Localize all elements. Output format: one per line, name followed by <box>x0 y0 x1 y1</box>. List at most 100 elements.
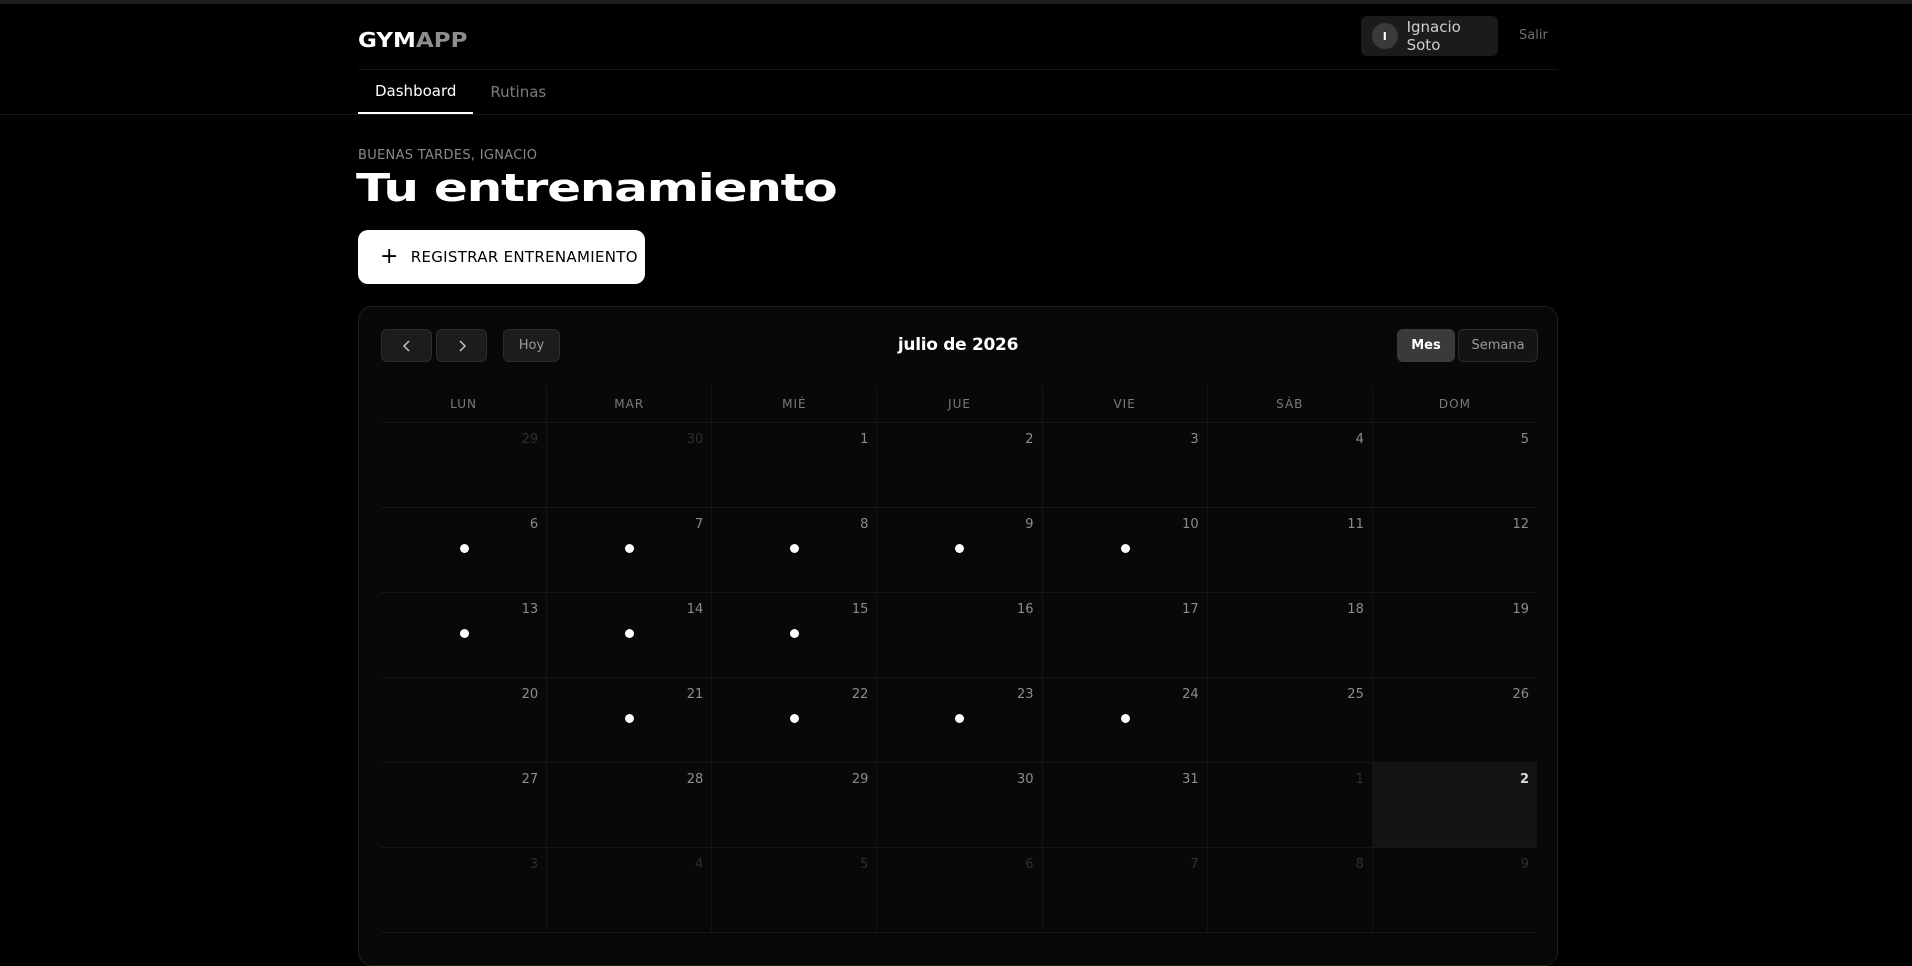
day-number: 31 <box>1182 772 1199 787</box>
weekday-header: LUN MAR MIÉ JUE VIE SÁB DOM <box>381 385 1537 423</box>
day-number: 15 <box>851 602 869 617</box>
calendar-day[interactable]: 12 <box>1371 508 1537 592</box>
tabs-divider <box>0 114 1912 115</box>
day-number: 5 <box>860 857 869 872</box>
calendar-day[interactable]: 20 <box>381 678 546 762</box>
calendar-week: 13 14 15 16 17 18 19 <box>381 593 1537 678</box>
workout-dot-icon <box>790 629 800 638</box>
workout-dot-icon <box>790 544 800 553</box>
calendar-day[interactable]: 15 <box>711 593 876 677</box>
calendar-day[interactable]: 30 <box>876 763 1041 847</box>
day-number: 14 <box>686 602 704 617</box>
calendar-day[interactable]: 29 <box>381 423 546 507</box>
calendar-day[interactable]: 26 <box>1371 678 1537 762</box>
calendar-day[interactable]: 11 <box>1206 508 1372 592</box>
greeting: BUENAS TARDES, IGNACIO <box>358 148 538 163</box>
calendar-day[interactable]: 18 <box>1206 593 1372 677</box>
workout-calendar: Hoy julio de 2026 Mes Semana LUN MAR MIÉ JU… <box>358 306 1558 966</box>
workout-dot-icon <box>459 629 469 638</box>
calendar-day[interactable]: 16 <box>876 593 1041 677</box>
day-number: 30 <box>686 432 704 447</box>
calendar-day[interactable]: 3 <box>381 848 546 932</box>
app-header: GYMAPP I Ignacio Soto Salir <box>358 4 1558 70</box>
plus-icon: + <box>380 244 399 269</box>
calendar-day[interactable]: 14 <box>546 593 711 677</box>
calendar-day[interactable]: 31 <box>1041 763 1207 847</box>
calendar-week: 20 21 22 23 24 25 26 <box>381 678 1537 763</box>
calendar-week: 29 30 1 2 3 4 5 <box>381 423 1537 508</box>
calendar-day[interactable]: 9 <box>1371 848 1537 932</box>
day-number: 9 <box>1520 857 1529 872</box>
workout-dot-icon <box>459 544 469 553</box>
calendar-day[interactable]: 1 <box>1206 763 1372 847</box>
calendar-day[interactable]: 10 <box>1041 508 1207 592</box>
calendar-day[interactable]: 9 <box>876 508 1041 592</box>
calendar-day[interactable]: 3 <box>1041 423 1207 507</box>
day-number: 18 <box>1347 602 1364 617</box>
calendar-day[interactable]: 1 <box>711 423 876 507</box>
day-number: 17 <box>1182 602 1199 617</box>
day-number: 1 <box>860 432 869 447</box>
calendar-day[interactable]: 5 <box>711 848 876 932</box>
day-number: 1 <box>1355 772 1364 787</box>
calendar-day[interactable]: 6 <box>876 848 1041 932</box>
day-number: 12 <box>1512 517 1529 532</box>
tab-dashboard[interactable]: Dashboard <box>358 70 474 114</box>
calendar-week: 27 28 29 30 31 1 2 <box>381 763 1537 848</box>
view-week-button[interactable]: Semana <box>1458 329 1538 362</box>
day-number: 28 <box>686 772 704 787</box>
calendar-day[interactable]: 6 <box>381 508 546 592</box>
user-menu[interactable]: I Ignacio Soto <box>1361 16 1498 56</box>
user-name: Ignacio Soto <box>1406 18 1461 54</box>
calendar-day[interactable]: 17 <box>1041 593 1207 677</box>
calendar-day[interactable]: 19 <box>1371 593 1537 677</box>
calendar-day[interactable]: 7 <box>546 508 711 592</box>
weekday-label: MAR <box>546 385 711 422</box>
calendar-day[interactable]: 8 <box>711 508 876 592</box>
view-month-button[interactable]: Mes <box>1397 329 1455 362</box>
day-number: 11 <box>1347 517 1364 532</box>
workout-dot-icon <box>955 714 965 723</box>
day-number: 22 <box>851 687 869 702</box>
day-number: 30 <box>1017 772 1034 787</box>
logout-link[interactable]: Salir <box>1519 28 1548 43</box>
calendar-day[interactable]: 4 <box>546 848 711 932</box>
day-number: 16 <box>1017 602 1034 617</box>
workout-dot-icon <box>1120 714 1130 723</box>
workout-dot-icon <box>625 629 635 638</box>
avatar: I <box>1372 23 1398 49</box>
day-number: 10 <box>1182 517 1199 532</box>
register-workout-button[interactable]: + REGISTRAR ENTRENAMIENTO <box>358 230 645 284</box>
day-number: 7 <box>1190 857 1199 872</box>
app-logo[interactable]: GYMAPP <box>358 28 467 52</box>
calendar-day[interactable]: 21 <box>546 678 711 762</box>
weekday-label: JUE <box>876 385 1041 422</box>
day-number: 3 <box>1190 432 1199 447</box>
day-number: 3 <box>529 857 539 872</box>
tab-rutinas[interactable]: Rutinas <box>473 70 563 114</box>
day-number: 23 <box>1017 687 1034 702</box>
calendar-day[interactable]: 5 <box>1371 423 1537 507</box>
day-number: 4 <box>1355 432 1364 447</box>
calendar-day[interactable]: 8 <box>1206 848 1372 932</box>
workout-dot-icon <box>1120 544 1130 553</box>
calendar-day[interactable]: 13 <box>381 593 546 677</box>
day-number: 8 <box>860 517 869 532</box>
calendar-day[interactable]: 29 <box>711 763 876 847</box>
calendar-day[interactable]: 27 <box>381 763 546 847</box>
calendar-day[interactable]: 7 <box>1041 848 1207 932</box>
calendar-day-today[interactable]: 2 <box>1371 763 1537 847</box>
calendar-day[interactable]: 28 <box>546 763 711 847</box>
calendar-day[interactable]: 2 <box>876 423 1041 507</box>
calendar-day[interactable]: 24 <box>1041 678 1207 762</box>
weekday-label: VIE <box>1041 385 1207 422</box>
day-number: 21 <box>686 687 704 702</box>
calendar-day[interactable]: 30 <box>546 423 711 507</box>
day-number: 20 <box>521 687 539 702</box>
calendar-day[interactable]: 23 <box>876 678 1041 762</box>
month-title: julio de 2026 <box>897 335 1019 355</box>
calendar-day[interactable]: 25 <box>1206 678 1372 762</box>
calendar-day[interactable]: 4 <box>1206 423 1372 507</box>
calendar-day[interactable]: 22 <box>711 678 876 762</box>
logo-text-app: APP <box>415 28 468 52</box>
